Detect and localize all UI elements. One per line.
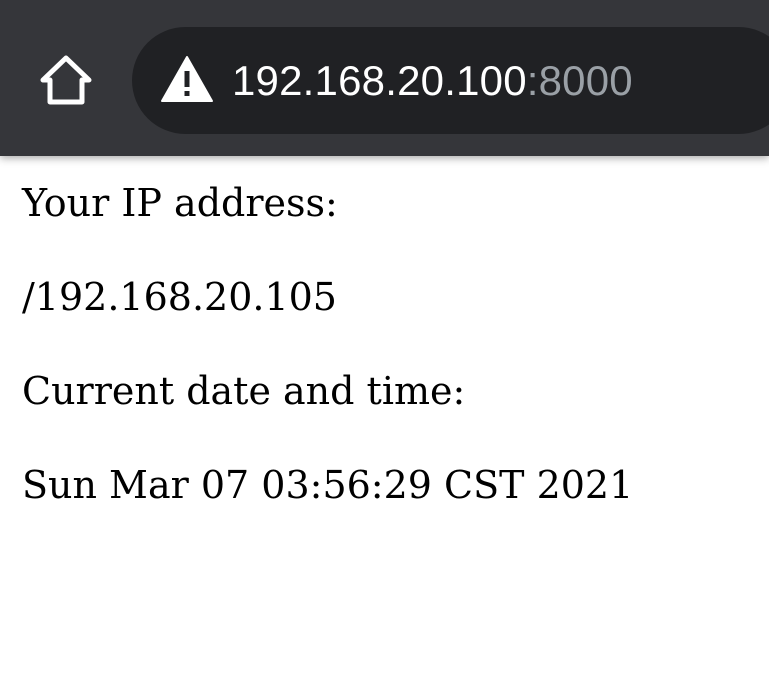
date-time-label: Current date and time: [22,369,466,413]
browser-toolbar: 192.168.20.100:8000 [0,0,769,156]
ip-address-value: /192.168.20.105 [22,275,337,319]
ip-address-label: Your IP address: [22,181,338,225]
url-port: :8000 [526,57,633,104]
url-text[interactable]: 192.168.20.100:8000 [232,27,633,134]
date-time-value: Sun Mar 07 03:56:29 CST 2021 [22,463,634,507]
home-icon [40,55,92,105]
address-bar[interactable]: 192.168.20.100:8000 [132,27,769,134]
page-content: Your IP address: /192.168.20.105 Current… [22,156,762,532]
url-host: 192.168.20.100 [232,57,527,104]
warning-triangle-icon[interactable] [160,54,214,104]
home-button[interactable] [28,42,104,118]
